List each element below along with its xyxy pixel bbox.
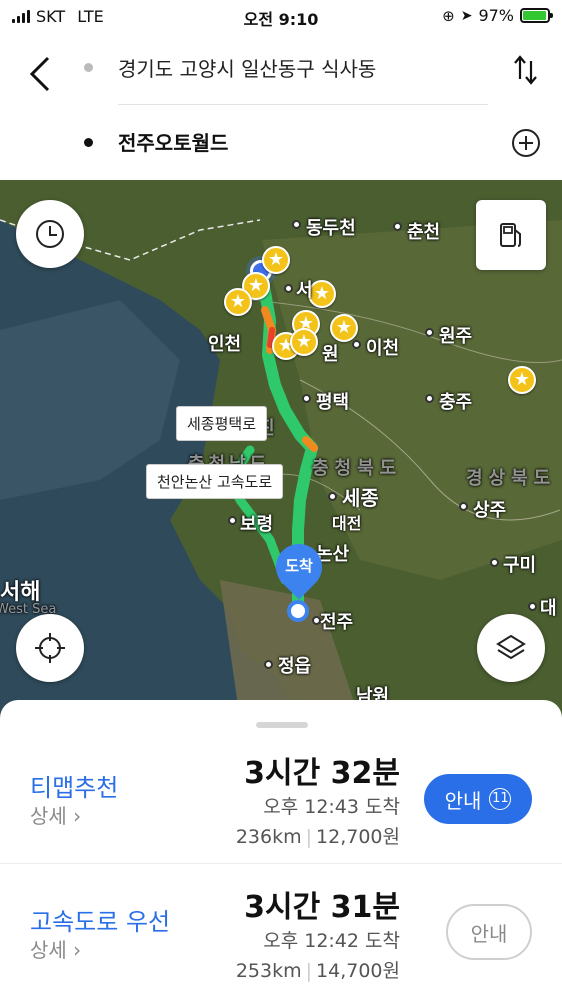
gas-station-button[interactable] [476, 200, 546, 270]
map-label-sangju: 상주 [473, 500, 507, 521]
map-label-jeonju: 전주 [320, 612, 354, 633]
history-button[interactable] [16, 200, 84, 268]
option-meta: 236km | 12,700원 [235, 826, 400, 848]
countdown-badge: 11 [489, 788, 512, 810]
city-dot [425, 328, 434, 337]
battery-icon [520, 8, 553, 23]
layers-icon [496, 634, 526, 660]
add-waypoint-button[interactable] [512, 129, 540, 157]
layers-button[interactable] [477, 614, 545, 682]
battery-percent: 97% [478, 6, 514, 25]
poi-star-icon[interactable]: ★ [508, 366, 536, 394]
option-duration: 3시간 31분 [244, 890, 400, 925]
map-label-chuncheon: 춘천 [407, 222, 441, 243]
city-dot [228, 516, 237, 525]
option-name: 티맵추천 [30, 774, 119, 802]
crosshair-icon [35, 633, 65, 663]
city-dot [264, 660, 273, 669]
city-dot [425, 394, 434, 403]
status-bar: SKT LTE 오전 9:10 ⊕ ➤ 97% [0, 0, 562, 34]
map-view[interactable]: ★ ★ ★ ★ ★ ★ ★ ★ ★ 동두천 춘천 서 인천 원 이천 원주 평택… [0, 180, 562, 720]
back-button[interactable] [22, 52, 62, 96]
map-label-seo: 서 [296, 280, 313, 301]
map-label-chungbuk: 충청북도 [312, 458, 403, 479]
option-toll: 14,700원 [316, 960, 400, 982]
status-right: ⊕ ➤ 97% [442, 6, 553, 25]
destination-dot [84, 138, 93, 147]
map-label-chungju: 충주 [439, 392, 473, 413]
poi-star-icon[interactable]: ★ [290, 328, 318, 356]
option-meta: 253km | 14,700원 [235, 960, 400, 982]
rotation-lock-icon: ⊕ [442, 6, 455, 25]
route-divider [118, 104, 488, 105]
city-dot [490, 558, 499, 567]
chevron-right-icon: › [73, 938, 82, 962]
option-arrival: 오후 12:43 도착 [263, 796, 400, 818]
chevron-right-icon: › [73, 804, 82, 828]
road-tag-sejong-pyeongtaek[interactable]: 세종평택로 [176, 406, 268, 441]
option-detail-link[interactable]: 상세 › [30, 800, 81, 829]
option-name: 고속도로 우선 [30, 908, 171, 936]
map-label-boryeong: 보령 [240, 514, 274, 535]
map-label-icheon: 이천 [366, 338, 400, 359]
map-label-wonju: 원주 [439, 326, 473, 347]
city-dot [352, 340, 361, 349]
city-dot [284, 284, 293, 293]
map-label-gumi: 구미 [503, 555, 537, 576]
chevron-left-icon [29, 56, 50, 92]
city-dot [292, 220, 301, 229]
origin-field[interactable]: 경기도 고양시 일산동구 식사동 [118, 53, 376, 82]
map-label-gyeongbuk: 경상북도 [466, 468, 557, 489]
location-arrow-icon: ➤ [460, 7, 473, 24]
route-option-highway[interactable]: 고속도로 우선 상세 › 3시간 31분 오후 12:42 도착 253km | 1… [0, 870, 562, 1006]
start-guidance-button[interactable]: 안내 11 [424, 774, 532, 824]
city-dot [328, 492, 337, 501]
map-label-incheon: 인천 [208, 334, 242, 355]
route-option-recommended[interactable]: 티맵추천 상세 › 3시간 32분 오후 12:43 도착 236km | 12,7… [0, 734, 562, 870]
plus-icon [519, 136, 533, 150]
arrival-pin-label: 도착 [285, 557, 313, 575]
map-label-pyeongtaek: 평택 [316, 392, 350, 413]
sheet-grabber[interactable] [256, 722, 308, 728]
map-label-sejong: 세종 [342, 486, 379, 510]
option-distance: 236km [235, 826, 302, 848]
city-dot [393, 222, 402, 231]
map-label-dongducheon: 동두천 [306, 218, 356, 239]
option-detail-link[interactable]: 상세 › [30, 934, 81, 963]
detail-label: 상세 [30, 804, 67, 828]
swap-arrows-icon [514, 55, 537, 85]
route-options-sheet: 티맵추천 상세 › 3시간 32분 오후 12:43 도착 236km | 12,7… [0, 700, 562, 1000]
option-arrival: 오후 12:42 도착 [263, 930, 400, 952]
poi-star-icon[interactable]: ★ [224, 288, 252, 316]
swap-route-button[interactable] [508, 52, 544, 88]
map-label-daejeon: 대전 [332, 514, 362, 533]
poi-star-icon[interactable]: ★ [330, 314, 358, 342]
map-label-jeongeup: 정읍 [278, 656, 312, 677]
city-dot [302, 394, 311, 403]
origin-dot [84, 63, 93, 72]
route-header: 경기도 고양시 일산동구 식사동 전주오토월드 [0, 34, 562, 180]
current-location-button[interactable] [16, 614, 84, 682]
clock-icon [36, 220, 64, 248]
option-distance: 253km [235, 960, 302, 982]
detail-label: 상세 [30, 938, 67, 962]
destination-field[interactable]: 전주오토월드 [118, 127, 228, 156]
option-duration: 3시간 32분 [244, 756, 400, 791]
destination-marker [287, 600, 309, 622]
city-dot [459, 502, 468, 511]
map-label-dae: 대 [540, 598, 557, 619]
city-dot [528, 602, 537, 611]
option-divider [0, 863, 562, 864]
start-guidance-button[interactable]: 안내 [446, 904, 532, 960]
option-toll: 12,700원 [316, 826, 400, 848]
fuel-pump-icon [500, 223, 521, 247]
guide-label: 안내 [444, 788, 482, 813]
road-tag-cheonan-nonsan[interactable]: 천안논산 고속도로 [146, 464, 284, 499]
map-label-won: 원 [322, 344, 339, 365]
poi-star-icon[interactable]: ★ [262, 246, 290, 274]
